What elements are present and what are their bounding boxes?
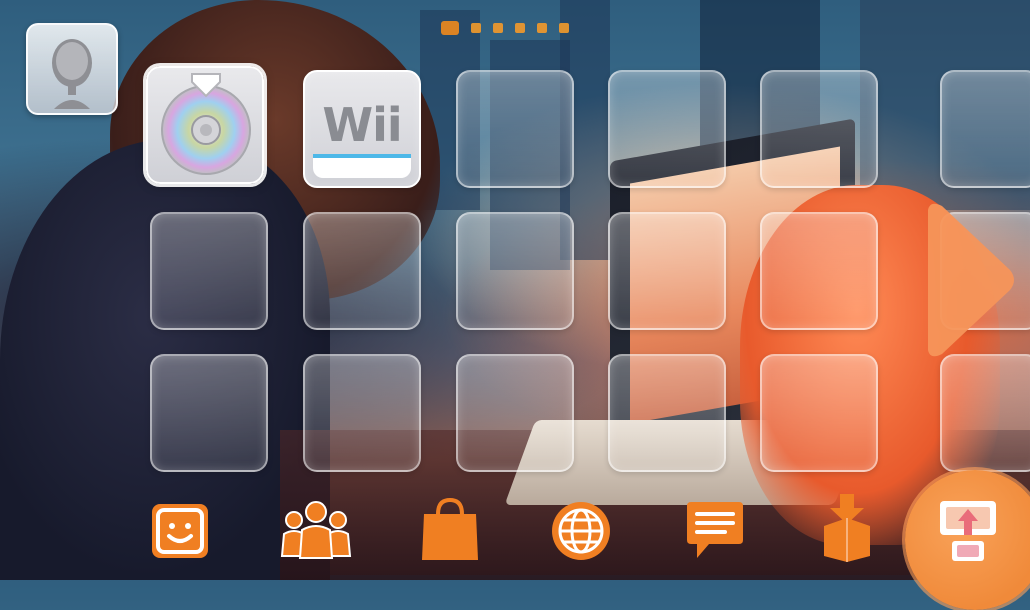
page-dot-3[interactable] <box>493 23 503 33</box>
page-dot-4[interactable] <box>515 23 525 33</box>
disc-channel-icon <box>161 73 251 175</box>
download-icon[interactable] <box>818 492 876 562</box>
shop-icon[interactable] <box>420 496 480 562</box>
empty-channel-tile[interactable] <box>456 212 574 330</box>
wii-channel-band <box>313 154 411 178</box>
wii-channel-label: Wii <box>322 98 402 152</box>
empty-channel-tile[interactable] <box>303 212 421 330</box>
browser-icon[interactable] <box>550 500 612 562</box>
page-dot-5[interactable] <box>537 23 547 33</box>
empty-channel-tile[interactable] <box>760 354 878 472</box>
empty-channel-tile[interactable] <box>608 70 726 188</box>
disc-channel-tile[interactable] <box>146 66 264 184</box>
empty-channel-tile[interactable] <box>760 70 878 188</box>
empty-channel-tile[interactable] <box>303 354 421 472</box>
empty-channel-tile[interactable] <box>940 354 1030 472</box>
empty-channel-tile[interactable] <box>150 354 268 472</box>
wii-channel-tile[interactable]: Wii <box>303 70 421 188</box>
empty-channel-tile[interactable] <box>760 212 878 330</box>
mii-avatar-icon <box>52 39 92 109</box>
empty-channel-tile[interactable] <box>150 212 268 330</box>
miiverse-icon[interactable] <box>150 502 210 560</box>
page-dot-6[interactable] <box>559 23 569 33</box>
mii-avatar[interactable] <box>26 23 118 115</box>
page-indicator <box>441 21 569 35</box>
page-dot-2[interactable] <box>471 23 481 33</box>
friends-icon[interactable] <box>280 498 352 560</box>
empty-channel-tile[interactable] <box>608 212 726 330</box>
empty-channel-tile[interactable] <box>456 354 574 472</box>
page-dot-1[interactable] <box>441 21 459 35</box>
empty-channel-tile[interactable] <box>940 70 1030 188</box>
notifications-icon[interactable] <box>683 500 747 562</box>
empty-channel-tile[interactable] <box>456 70 574 188</box>
empty-channel-tile[interactable] <box>608 354 726 472</box>
quick-start-icon <box>940 501 996 561</box>
next-page-arrow-icon[interactable] <box>918 200 1018 360</box>
